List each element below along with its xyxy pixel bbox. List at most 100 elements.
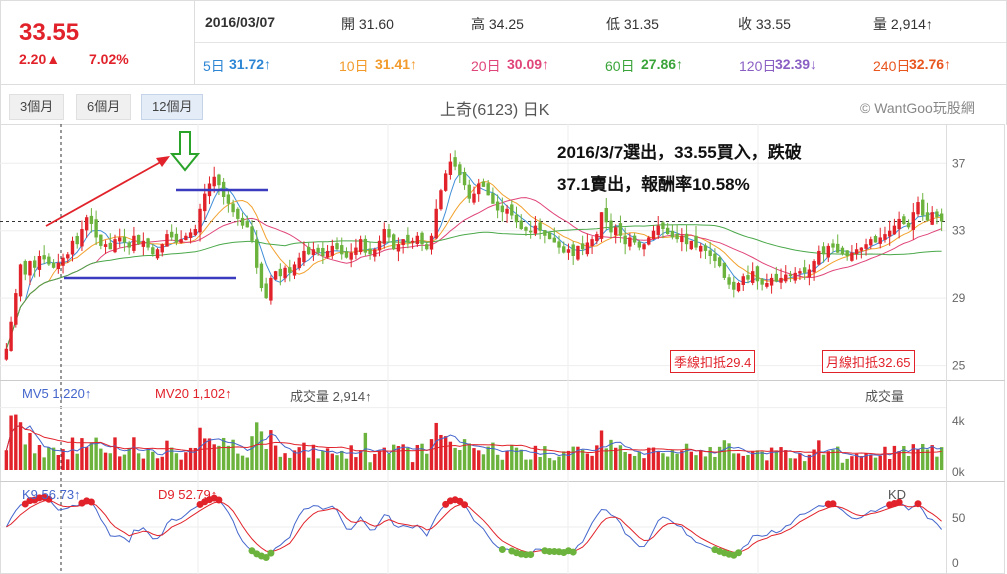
candle-body [921,199,925,216]
candle-body [510,204,514,216]
volume-bar [269,430,273,470]
volume-bar [51,447,56,470]
candle-body [935,211,939,218]
volume-bar [245,457,249,470]
volume-bar [793,458,797,470]
candle-body [453,157,457,167]
candle-body [37,256,42,270]
candle-body [609,220,613,233]
volume-bar [226,445,231,470]
candle-body [500,205,505,213]
candle-body [56,262,61,270]
candle-body [335,243,339,250]
candle-body [854,249,859,255]
ma-5-label: 240日 [873,58,911,74]
volume-bar [708,447,712,470]
volume-bar [784,450,788,470]
ma-2-label: 20日 [471,58,501,74]
candle-body [802,267,807,273]
volume-bar [590,455,594,470]
candle-body [387,229,391,238]
volume-bar [505,450,509,470]
candle-body [524,227,528,231]
volume-bar [647,447,651,470]
volume-bar [571,446,575,470]
candle-body [184,235,188,241]
candle-body [821,246,826,255]
volume-bar [675,453,679,470]
candle-body [354,247,358,255]
candle-body [122,236,127,243]
volume-bar [883,446,887,470]
candle-body [760,279,764,285]
volume-bar [47,447,51,470]
volume-bar [250,436,254,470]
candle-body [80,229,84,247]
volume-bar [538,456,542,470]
candle-body [713,253,717,262]
volume-bar [632,455,637,470]
candle-body [528,230,533,233]
candle-body [670,230,675,238]
volume-bar [491,442,495,470]
volume-bar [160,456,164,470]
candle-body [217,174,221,186]
candle-body [661,222,665,230]
candle-body [288,267,292,273]
annotation-line-1: 2016/3/7選出，33.55買入，跌破 [557,143,802,162]
candle-body [165,234,169,247]
candle-body [94,219,98,238]
volume-bar [84,447,89,470]
candle-body [486,183,490,196]
tab-12-months[interactable]: 12個月 [141,94,204,120]
volume-bar [458,450,462,470]
volume-bar [623,452,627,470]
volume-bar [826,451,830,470]
volume-bar [906,455,911,470]
volume-bar [472,448,476,470]
candle-body [273,271,278,280]
candle-body [477,183,481,195]
monthly-line-tag: 月線扣抵32.65 [822,350,915,373]
candle-body [642,244,646,250]
candle-body [571,244,575,256]
volume-bar [103,452,108,470]
candle-body [675,233,679,240]
ohlc-row: 2016/03/07 開 31.60 高 34.25 低 31.35 收 33.… [195,1,1006,43]
candle-body [23,261,27,275]
tab-6-months[interactable]: 6個月 [76,94,132,120]
volume-bar [699,450,703,470]
volume-bar [859,456,864,470]
volume-bar [661,453,665,470]
volume-bar [174,453,179,470]
candle-body [836,243,840,253]
candle-body [769,277,774,286]
candle-body [429,235,434,250]
volume-bar [477,450,481,470]
volume-bar [165,440,169,470]
volume-bar [28,432,32,470]
kd-oversold-dot [527,551,535,559]
candle-body [491,193,495,204]
candle-body [174,233,179,243]
kd-oversold-dot [735,549,743,557]
candle-body [647,237,651,245]
kd-overbought-dot [829,500,837,508]
candle-body [467,184,471,199]
candle-body [198,208,202,233]
volume-bar [240,455,245,470]
candle-body [42,255,46,260]
volume-bar [283,453,287,470]
volume-bar [580,449,585,470]
volume-bar [788,458,793,470]
candle-body [580,243,585,250]
price-change: 2.20▲ [19,51,61,67]
volume-bar [495,454,500,470]
candle-body [684,233,689,245]
tab-3-months[interactable]: 3個月 [9,94,65,120]
volume-bar [118,456,122,470]
volume-bar [61,449,65,470]
volume-bar [528,459,533,470]
ma-0-value: 31.72↑ [229,56,272,72]
candle-body [784,274,788,282]
